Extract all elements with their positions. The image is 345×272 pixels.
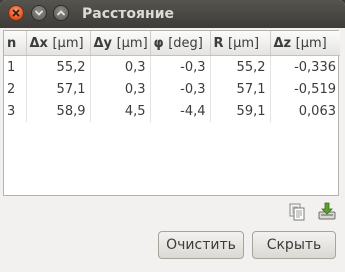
window-title: Расстояние bbox=[82, 6, 175, 22]
cell-dx: 57,1 bbox=[26, 78, 91, 100]
cell-phi: -4,4 bbox=[150, 100, 211, 122]
minimize-icon bbox=[35, 10, 43, 16]
clear-button[interactable]: Очистить bbox=[158, 231, 244, 259]
close-button[interactable] bbox=[8, 5, 24, 21]
cell-r: 59,1 bbox=[210, 100, 271, 122]
cell-dy: 4,5 bbox=[90, 100, 151, 122]
cell-r: 55,2 bbox=[210, 55, 271, 78]
column-header-dx[interactable]: Δx [μm] bbox=[26, 31, 91, 56]
minimize-button[interactable] bbox=[31, 5, 47, 21]
title-bar: Расстояние bbox=[0, 0, 345, 28]
measurements-table[interactable]: n Δx [μm] Δy [μm] φ [deg] R [μm] Δz [μm]… bbox=[3, 30, 340, 196]
column-header-phi[interactable]: φ [deg] bbox=[150, 31, 211, 56]
column-header-dy[interactable]: Δy [μm] bbox=[90, 31, 151, 56]
table-row[interactable]: 3 58,9 4,5 -4,4 59,1 0,063 bbox=[4, 100, 340, 122]
table-row[interactable]: 2 57,1 0,3 -0,3 57,1 -0,519 bbox=[4, 78, 340, 100]
cell-dy: 0,3 bbox=[90, 55, 151, 78]
cell-dy: 0,3 bbox=[90, 78, 151, 100]
cell-phi: -0,3 bbox=[150, 78, 211, 100]
hide-button[interactable]: Скрыть bbox=[252, 231, 336, 259]
maximize-button[interactable] bbox=[53, 5, 69, 21]
save-button[interactable] bbox=[317, 201, 337, 221]
cell-n: 1 bbox=[4, 55, 27, 78]
cell-dz: 0,063 bbox=[298, 103, 336, 119]
cell-r: 57,1 bbox=[210, 78, 271, 100]
cell-dz: -0,336 bbox=[294, 59, 336, 75]
cell-dx: 58,9 bbox=[26, 100, 91, 122]
cell-n: 2 bbox=[4, 78, 27, 100]
copy-icon bbox=[289, 203, 305, 221]
column-header-n[interactable]: n bbox=[4, 31, 27, 56]
save-icon bbox=[318, 202, 336, 220]
close-icon bbox=[12, 9, 20, 17]
cell-n: 3 bbox=[4, 100, 27, 122]
maximize-icon bbox=[57, 10, 65, 16]
table-row[interactable]: 1 55,2 0,3 -0,3 55,2 -0,336 bbox=[4, 55, 340, 78]
cell-dz: -0,519 bbox=[294, 81, 336, 97]
cell-dx: 55,2 bbox=[26, 55, 91, 78]
distance-dialog: Расстояние n Δx [μm] Δy [μm] φ [deg] R [… bbox=[0, 0, 345, 272]
cell-phi: -0,3 bbox=[150, 55, 211, 78]
copy-button[interactable] bbox=[287, 202, 307, 222]
column-header-r[interactable]: R [μm] bbox=[210, 31, 271, 56]
table-header-row: n Δx [μm] Δy [μm] φ [deg] R [μm] Δz [μm] bbox=[4, 31, 340, 56]
column-header-dz[interactable]: Δz [μm] bbox=[270, 31, 340, 56]
